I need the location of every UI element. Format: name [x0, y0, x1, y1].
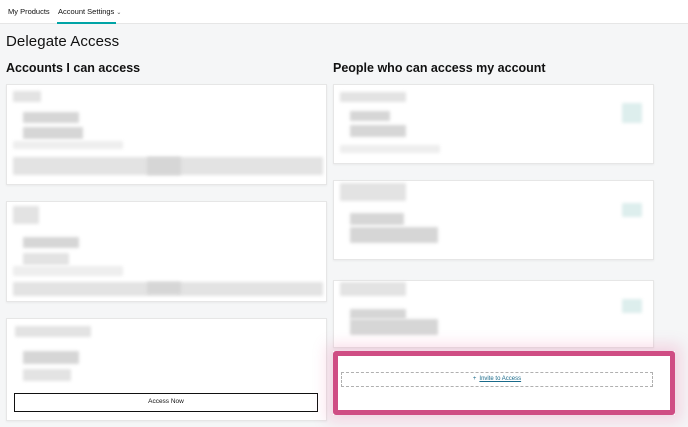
account-card [6, 84, 327, 185]
redacted-text [15, 326, 91, 337]
redacted-text [622, 203, 642, 217]
access-now-button[interactable]: Access Now [14, 393, 318, 412]
highlight-box [333, 351, 675, 415]
people-section-title: People who can access my account [333, 61, 546, 75]
account-card [6, 201, 327, 302]
redacted-text [23, 127, 83, 139]
tab-account-settings[interactable]: Account Settings ⌄ [58, 7, 121, 16]
redacted-text [350, 213, 404, 225]
redacted-text [13, 266, 123, 276]
redacted-text [147, 157, 181, 175]
redacted-text [340, 92, 406, 102]
redacted-text [23, 351, 79, 364]
redacted-text [23, 369, 71, 381]
redacted-text [350, 319, 438, 335]
redacted-text [340, 183, 406, 201]
redacted-text [350, 227, 438, 243]
redacted-text [13, 141, 123, 149]
page-title: Delegate Access [6, 33, 120, 50]
redacted-text [340, 145, 440, 153]
redacted-text [350, 309, 406, 319]
top-nav: My Products Account Settings ⌄ [0, 0, 688, 24]
redacted-text [147, 282, 181, 294]
active-tab-indicator [57, 22, 116, 24]
redacted-text [340, 282, 406, 296]
redacted-text [23, 237, 79, 248]
delegate-card [333, 84, 654, 164]
delegate-card [333, 180, 654, 260]
redacted-text [13, 206, 39, 224]
accounts-section-title: Accounts I can access [6, 61, 141, 75]
redacted-text [350, 125, 406, 137]
redacted-text [350, 111, 390, 121]
redacted-text [23, 253, 69, 265]
redacted-text [622, 103, 642, 123]
chevron-down-icon: ⌄ [116, 10, 122, 16]
delegate-card [333, 280, 654, 348]
redacted-text [622, 299, 642, 313]
tab-my-products[interactable]: My Products [8, 7, 50, 16]
redacted-text [13, 91, 41, 102]
tab-account-settings-label: Account Settings [58, 7, 115, 16]
redacted-text [23, 112, 79, 123]
